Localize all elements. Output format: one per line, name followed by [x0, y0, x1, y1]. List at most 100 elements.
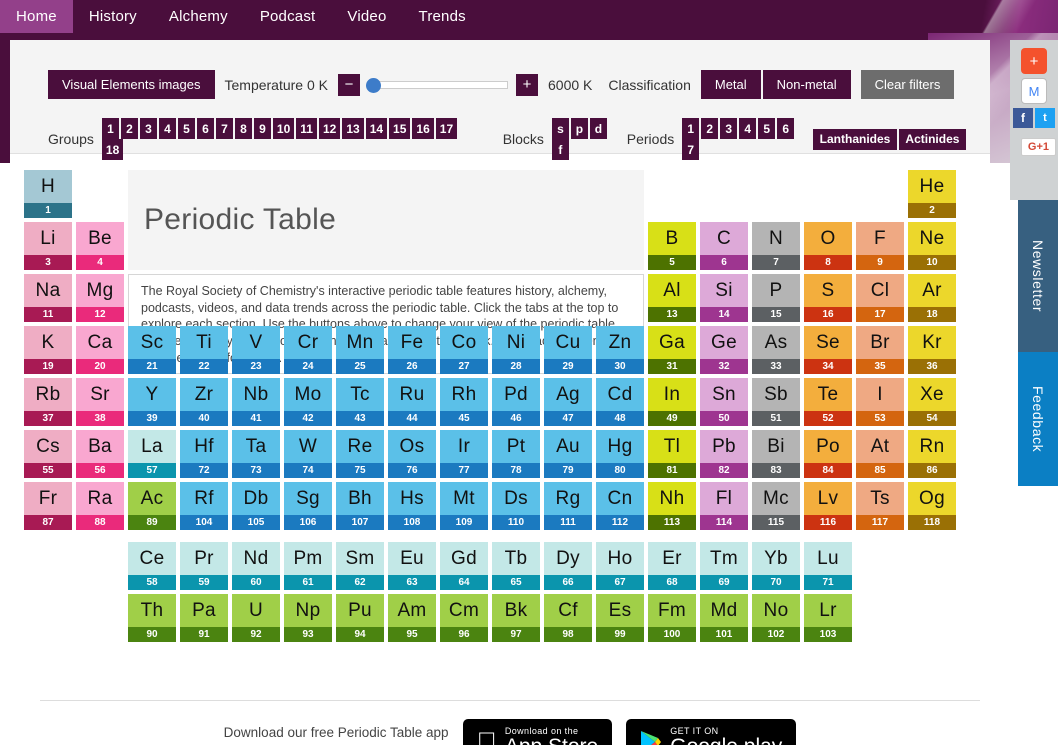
element-cell-hg[interactable]: Hg 80: [594, 428, 646, 480]
element-cell-p[interactable]: P 15: [750, 272, 802, 324]
element-cell-ca[interactable]: Ca 20: [74, 324, 126, 376]
element-cell-am[interactable]: Am 95: [386, 592, 438, 644]
element-cell-np[interactable]: Np 93: [282, 592, 334, 644]
group-chip-14[interactable]: 14: [365, 118, 388, 139]
element-cell-md[interactable]: Md 101: [698, 592, 750, 644]
block-chip-p[interactable]: p: [570, 118, 588, 139]
block-chip-f[interactable]: f: [551, 139, 569, 160]
element-cell-s[interactable]: S 16: [802, 272, 854, 324]
element-cell-fm[interactable]: Fm 100: [646, 592, 698, 644]
group-chip-16[interactable]: 16: [412, 118, 434, 139]
newsletter-tab[interactable]: Newsletter: [1018, 200, 1058, 352]
period-chip-5[interactable]: 5: [758, 118, 776, 139]
group-chip-1[interactable]: 1: [101, 118, 119, 139]
group-chip-5[interactable]: 5: [177, 118, 195, 139]
element-cell-nd[interactable]: Nd 60: [230, 540, 282, 592]
nav-item-video[interactable]: Video: [331, 0, 402, 33]
element-cell-fe[interactable]: Fe 26: [386, 324, 438, 376]
element-cell-mt[interactable]: Mt 109: [438, 480, 490, 532]
feedback-tab[interactable]: Feedback: [1018, 352, 1058, 486]
element-cell-n[interactable]: N7: [750, 220, 802, 272]
element-cell-sr[interactable]: Sr 38: [74, 376, 126, 428]
visual-elements-images-button[interactable]: Visual Elements images: [48, 70, 215, 99]
element-cell-f[interactable]: F9: [854, 220, 906, 272]
element-cell-as[interactable]: As 33: [750, 324, 802, 376]
element-cell-cd[interactable]: Cd 48: [594, 376, 646, 428]
period-chip-3[interactable]: 3: [720, 118, 738, 139]
element-cell-cl[interactable]: Cl 17: [854, 272, 906, 324]
element-cell-ir[interactable]: Ir 77: [438, 428, 490, 480]
group-chip-9[interactable]: 9: [253, 118, 271, 139]
element-cell-b[interactable]: B5: [646, 220, 698, 272]
group-chip-11[interactable]: 11: [296, 118, 317, 139]
element-cell-ag[interactable]: Ag 47: [542, 376, 594, 428]
element-cell-dy[interactable]: Dy 66: [542, 540, 594, 592]
element-cell-lu[interactable]: Lu 71: [802, 540, 854, 592]
element-cell-na[interactable]: Na 11: [22, 272, 74, 324]
element-cell-ti[interactable]: Ti 22: [178, 324, 230, 376]
element-cell-in[interactable]: In 49: [646, 376, 698, 428]
nav-item-history[interactable]: History: [73, 0, 153, 33]
element-cell-rf[interactable]: Rf 104: [178, 480, 230, 532]
element-cell-tl[interactable]: Tl 81: [646, 428, 698, 480]
element-cell-ds[interactable]: Ds 110: [490, 480, 542, 532]
element-cell-pt[interactable]: Pt 78: [490, 428, 542, 480]
element-cell-co[interactable]: Co 27: [438, 324, 490, 376]
element-cell-ta[interactable]: Ta 73: [230, 428, 282, 480]
element-cell-bk[interactable]: Bk 97: [490, 592, 542, 644]
element-cell-rb[interactable]: Rb 37: [22, 376, 74, 428]
element-cell-ba[interactable]: Ba 56: [74, 428, 126, 480]
element-cell-tc[interactable]: Tc 43: [334, 376, 386, 428]
element-cell-lv[interactable]: Lv 116: [802, 480, 854, 532]
element-cell-ge[interactable]: Ge 32: [698, 324, 750, 376]
element-cell-es[interactable]: Es 99: [594, 592, 646, 644]
element-cell-cn[interactable]: Cn 112: [594, 480, 646, 532]
element-cell-rg[interactable]: Rg 111: [542, 480, 594, 532]
element-cell-zr[interactable]: Zr 40: [178, 376, 230, 428]
nav-item-podcast[interactable]: Podcast: [244, 0, 332, 33]
temperature-slider[interactable]: [366, 77, 508, 93]
temperature-increase-button[interactable]: +: [516, 73, 538, 96]
twitter-icon[interactable]: t: [1035, 108, 1055, 128]
element-cell-at[interactable]: At 85: [854, 428, 906, 480]
clear-filters-button[interactable]: Clear filters: [860, 70, 955, 99]
element-cell-no[interactable]: No 102: [750, 592, 802, 644]
period-chip-6[interactable]: 6: [777, 118, 795, 139]
element-cell-og[interactable]: Og 118: [906, 480, 958, 532]
element-cell-u[interactable]: U 92: [230, 592, 282, 644]
element-cell-th[interactable]: Th 90: [126, 592, 178, 644]
element-cell-bi[interactable]: Bi 83: [750, 428, 802, 480]
element-cell-sg[interactable]: Sg 106: [282, 480, 334, 532]
period-chip-2[interactable]: 2: [701, 118, 719, 139]
share-plus-icon[interactable]: +: [1021, 48, 1047, 74]
element-cell-y[interactable]: Y 39: [126, 376, 178, 428]
period-chip-4[interactable]: 4: [739, 118, 757, 139]
element-cell-os[interactable]: Os 76: [386, 428, 438, 480]
group-chip-3[interactable]: 3: [139, 118, 157, 139]
element-cell-k[interactable]: K 19: [22, 324, 74, 376]
element-cell-eu[interactable]: Eu 63: [386, 540, 438, 592]
element-cell-sm[interactable]: Sm 62: [334, 540, 386, 592]
element-cell-sn[interactable]: Sn 50: [698, 376, 750, 428]
nav-item-trends[interactable]: Trends: [403, 0, 482, 33]
element-cell-tb[interactable]: Tb 65: [490, 540, 542, 592]
element-cell-po[interactable]: Po 84: [802, 428, 854, 480]
element-cell-fl[interactable]: Fl 114: [698, 480, 750, 532]
element-cell-se[interactable]: Se 34: [802, 324, 854, 376]
group-chip-18[interactable]: 18: [101, 139, 124, 160]
element-cell-sb[interactable]: Sb 51: [750, 376, 802, 428]
nonmetal-filter-button[interactable]: Non-metal: [762, 70, 851, 99]
element-cell-tm[interactable]: Tm 69: [698, 540, 750, 592]
element-cell-pd[interactable]: Pd 46: [490, 376, 542, 428]
element-cell-mc[interactable]: Mc 115: [750, 480, 802, 532]
element-cell-cf[interactable]: Cf 98: [542, 592, 594, 644]
element-cell-al[interactable]: Al 13: [646, 272, 698, 324]
element-cell-fr[interactable]: Fr 87: [22, 480, 74, 532]
group-chip-4[interactable]: 4: [158, 118, 176, 139]
group-chip-2[interactable]: 2: [120, 118, 138, 139]
gmail-icon[interactable]: M: [1021, 78, 1047, 104]
element-cell-c[interactable]: C6: [698, 220, 750, 272]
app-store-badge[interactable]:  Download on the App Store: [462, 719, 613, 745]
group-chip-13[interactable]: 13: [342, 118, 364, 139]
group-chip-10[interactable]: 10: [272, 118, 295, 139]
